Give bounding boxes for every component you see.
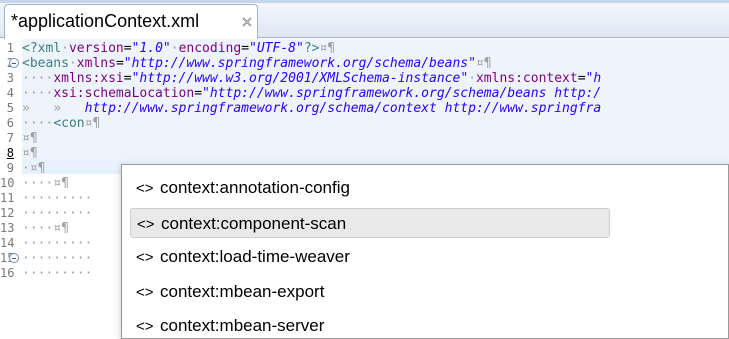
content-assist-item[interactable]: <> context:component-scan	[130, 207, 610, 238]
line-number: 13	[0, 221, 15, 235]
code-token-val: http://www.springframework.org/schema/co…	[84, 101, 602, 116]
line-number: 16	[0, 266, 15, 280]
code-line[interactable]: ¤¶	[22, 131, 38, 146]
code-token-ws: ·	[68, 56, 77, 71]
code-line[interactable]: ·········	[22, 266, 92, 281]
code-token-tag: <beans	[22, 56, 69, 71]
code-token-txt: =	[194, 86, 203, 101]
content-assist-item-label: context:component-scan	[161, 213, 347, 233]
code-token-tag: <?xml	[22, 41, 62, 56]
code-token-val: "UTF-8"	[249, 41, 304, 56]
content-assist-item-label: context:mbean-export	[160, 281, 325, 301]
code-token-attr: xsi:schemaLocation	[53, 86, 195, 101]
code-token-ws: ¤¶	[475, 56, 492, 71]
code-token-ws: ·········	[22, 206, 93, 221]
code-token-ws: ¤¶	[22, 146, 38, 161]
line-number: 3	[6, 71, 14, 85]
code-token-val: "http://www.springframework.org/schema/b…	[202, 86, 602, 101]
code-token-ws: ····¤¶	[22, 221, 69, 236]
code-token-ws: ·········	[22, 236, 93, 251]
fold-collapse-icon[interactable]	[9, 253, 19, 263]
editor-tab-bar: *applicationContext.xml	[0, 0, 729, 39]
code-token-val: "h	[585, 71, 602, 86]
content-assist-item[interactable]: <> context:load-time-weaver	[130, 242, 610, 272]
code-token-attr: encoding	[178, 41, 242, 56]
line-number: 6	[6, 116, 14, 130]
line-number: 10	[0, 176, 15, 190]
code-token-ws: ¤¶	[84, 116, 101, 131]
code-line[interactable]: ····xmlns:xsi="http://www.w3.org/2001/XM…	[22, 71, 601, 86]
line-number: 4	[6, 86, 14, 100]
code-token-tag: <con	[53, 116, 85, 131]
content-assist-item-label: context:mbean-server	[160, 316, 325, 335]
code-token-ws: ¤¶	[319, 41, 336, 56]
code-token-ws: ·········	[22, 266, 93, 281]
code-line[interactable]: ····<con¤¶	[22, 116, 100, 131]
whitespace-marker: ····	[22, 86, 54, 101]
whitespace-marker: ····	[22, 71, 54, 86]
code-line[interactable]: ····xsi:schemaLocation="http://www.sprin…	[22, 86, 601, 101]
code-token-ws: ····¤¶	[22, 176, 69, 191]
code-token-txt: =	[115, 56, 124, 71]
code-token-attr: xmlns:xsi	[53, 71, 124, 86]
code-line[interactable]: ·¤¶	[22, 161, 45, 176]
content-assist-item[interactable]: <> context:mbean-server	[130, 311, 610, 339]
code-line[interactable]: » » http://www.springframework.org/schem…	[22, 101, 601, 116]
line-number: 8	[6, 146, 14, 160]
code-token-txt: =	[577, 71, 586, 86]
code-token-val: "1.0"	[131, 41, 171, 56]
code-token-ws: ·	[468, 71, 476, 86]
content-assist-item-label: context:annotation-config	[160, 178, 350, 197]
line-number: 7	[6, 131, 14, 145]
code-line[interactable]: ·········	[22, 236, 92, 251]
code-token-ws: ·	[170, 41, 179, 56]
code-token-ws: ·········	[22, 251, 93, 266]
code-line[interactable]: ·········	[22, 251, 92, 266]
code-token-ws: ·¤¶	[22, 161, 46, 176]
code-token-txt: =	[123, 71, 132, 86]
fold-collapse-icon[interactable]	[9, 58, 19, 68]
code-token-attr: version	[68, 41, 124, 56]
xml-element-icon: <>	[136, 318, 154, 335]
whitespace-marker: » »	[22, 101, 85, 116]
line-number: 14	[0, 236, 15, 250]
code-token-val: "http://www.springframework.org/schema/b…	[123, 56, 476, 71]
tab-bar-strip	[0, 0, 729, 3]
code-token-attr: xmlns:context	[475, 71, 578, 86]
content-assist-item[interactable]: <> context:annotation-config	[130, 173, 610, 203]
code-line[interactable]: <beans·xmlns="http://www.springframework…	[22, 56, 492, 71]
code-token-ws: ·········	[22, 191, 93, 206]
code-line[interactable]: <?xml·version="1.0"·encoding="UTF-8"?>¤¶	[22, 41, 335, 56]
code-line[interactable]: ·········	[22, 206, 92, 221]
whitespace-marker: ····	[22, 116, 54, 131]
code-token-txt: =	[241, 41, 250, 56]
close-icon[interactable]	[240, 15, 254, 29]
code-line[interactable]: ····¤¶	[22, 176, 69, 191]
code-line[interactable]: ·········	[22, 191, 92, 206]
content-assist-item-label: context:load-time-weaver	[160, 247, 350, 266]
xml-element-icon: <>	[136, 180, 154, 197]
code-token-tag: ?>	[303, 41, 320, 56]
line-number: 5	[6, 101, 14, 115]
code-line[interactable]: ¤¶	[22, 146, 38, 161]
tab-title: *applicationContext.xml	[11, 11, 200, 31]
content-assist-popup[interactable]: <> context:annotation-config <> context:com…	[121, 164, 729, 339]
line-number: 11	[0, 191, 15, 205]
code-token-txt: =	[123, 41, 132, 56]
code-token-ws: ·	[61, 41, 69, 56]
xml-element-icon: <>	[137, 215, 155, 233]
line-number: 12	[0, 206, 15, 220]
line-number: 9	[6, 161, 14, 175]
code-token-ws: ¤¶	[22, 131, 38, 146]
content-assist-item[interactable]: <> context:mbean-export	[130, 277, 610, 307]
xml-element-icon: <>	[136, 283, 154, 301]
code-token-val: "http://www.w3.org/2001/XMLSchema-instan…	[131, 71, 469, 86]
xml-element-icon: <>	[136, 249, 154, 266]
tab-applicationcontext-xml[interactable]: *applicationContext.xml	[4, 4, 258, 39]
line-number: 1	[6, 41, 14, 55]
code-line[interactable]: ····¤¶	[22, 221, 69, 236]
code-token-attr: xmlns	[76, 56, 116, 71]
